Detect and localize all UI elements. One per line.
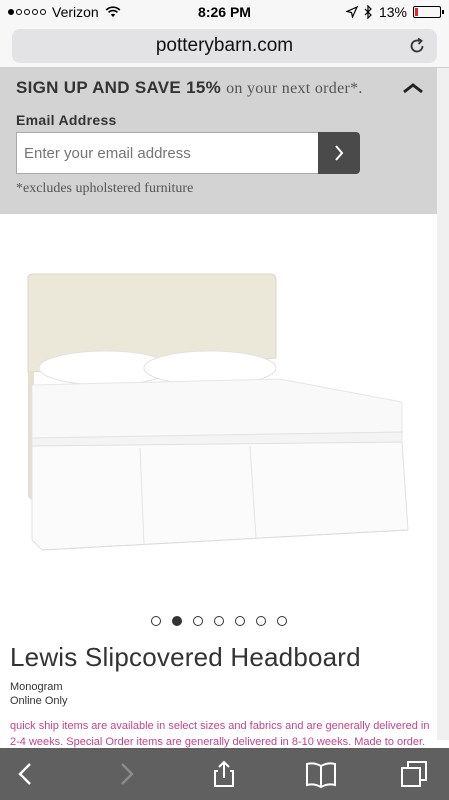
share-icon[interactable]	[210, 760, 238, 788]
back-icon[interactable]	[12, 760, 40, 788]
reload-icon[interactable]	[407, 36, 427, 56]
url-text: potterybarn.com	[155, 35, 294, 56]
shipping-notice: quick ship items are available in select…	[10, 720, 430, 748]
carousel-dot[interactable]	[234, 616, 245, 626]
email-label: Email Address	[16, 112, 117, 128]
location-arrow-icon	[345, 6, 358, 18]
bookmarks-icon[interactable]	[305, 760, 337, 788]
page-scrollbar[interactable]	[437, 68, 449, 740]
chevron-right-icon	[335, 145, 344, 161]
product-tag-monogram: Monogram	[10, 681, 63, 693]
banner-offer-detail: on your next order*.	[226, 80, 363, 97]
status-right-group: 13%	[345, 4, 444, 20]
product-title: Lewis Slipcovered Headboard	[10, 642, 361, 672]
forward-icon[interactable]	[112, 760, 140, 788]
email-input[interactable]	[16, 132, 319, 174]
banner-offer: SIGN UP AND SAVE 15%	[16, 78, 222, 97]
product-image[interactable]	[20, 262, 416, 562]
carousel-dot[interactable]	[192, 616, 203, 626]
tabs-icon[interactable]	[400, 760, 428, 788]
browser-address-area: potterybarn.com	[0, 24, 449, 68]
browser-toolbar	[0, 748, 449, 800]
email-submit-button[interactable]	[318, 132, 360, 174]
banner-title: SIGN UP AND SAVE 15% on your next order*…	[16, 78, 363, 98]
battery-icon	[413, 6, 444, 18]
carousel-dot[interactable]	[276, 616, 287, 626]
carousel-dot[interactable]	[150, 616, 161, 626]
chevron-up-icon[interactable]	[401, 80, 425, 96]
address-bar[interactable]: potterybarn.com	[12, 29, 437, 63]
carousel-dot[interactable]	[171, 616, 182, 626]
signup-banner: SIGN UP AND SAVE 15% on your next order*…	[0, 68, 437, 214]
carousel-dot[interactable]	[213, 616, 224, 626]
product-tag-online-only: Online Only	[10, 695, 68, 707]
exclusion-note: *excludes upholstered furniture	[16, 181, 194, 196]
bluetooth-icon	[364, 5, 372, 19]
status-bar: Verizon 8:26 PM 13%	[0, 0, 449, 24]
image-carousel-pager	[0, 616, 437, 626]
carousel-dot[interactable]	[255, 616, 266, 626]
battery-percent: 13%	[378, 4, 407, 20]
